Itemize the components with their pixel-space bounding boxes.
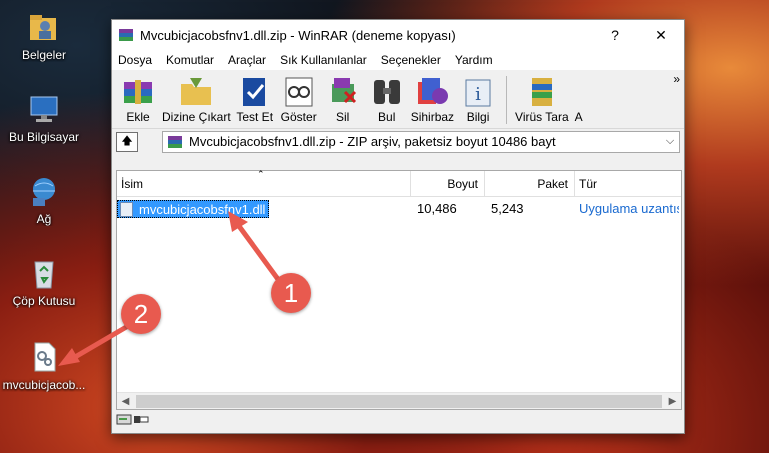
annotation-arrows [58,211,283,366]
annotation-callout-2: 2 [121,294,161,334]
annotation-callout-1: 1 [271,273,311,313]
